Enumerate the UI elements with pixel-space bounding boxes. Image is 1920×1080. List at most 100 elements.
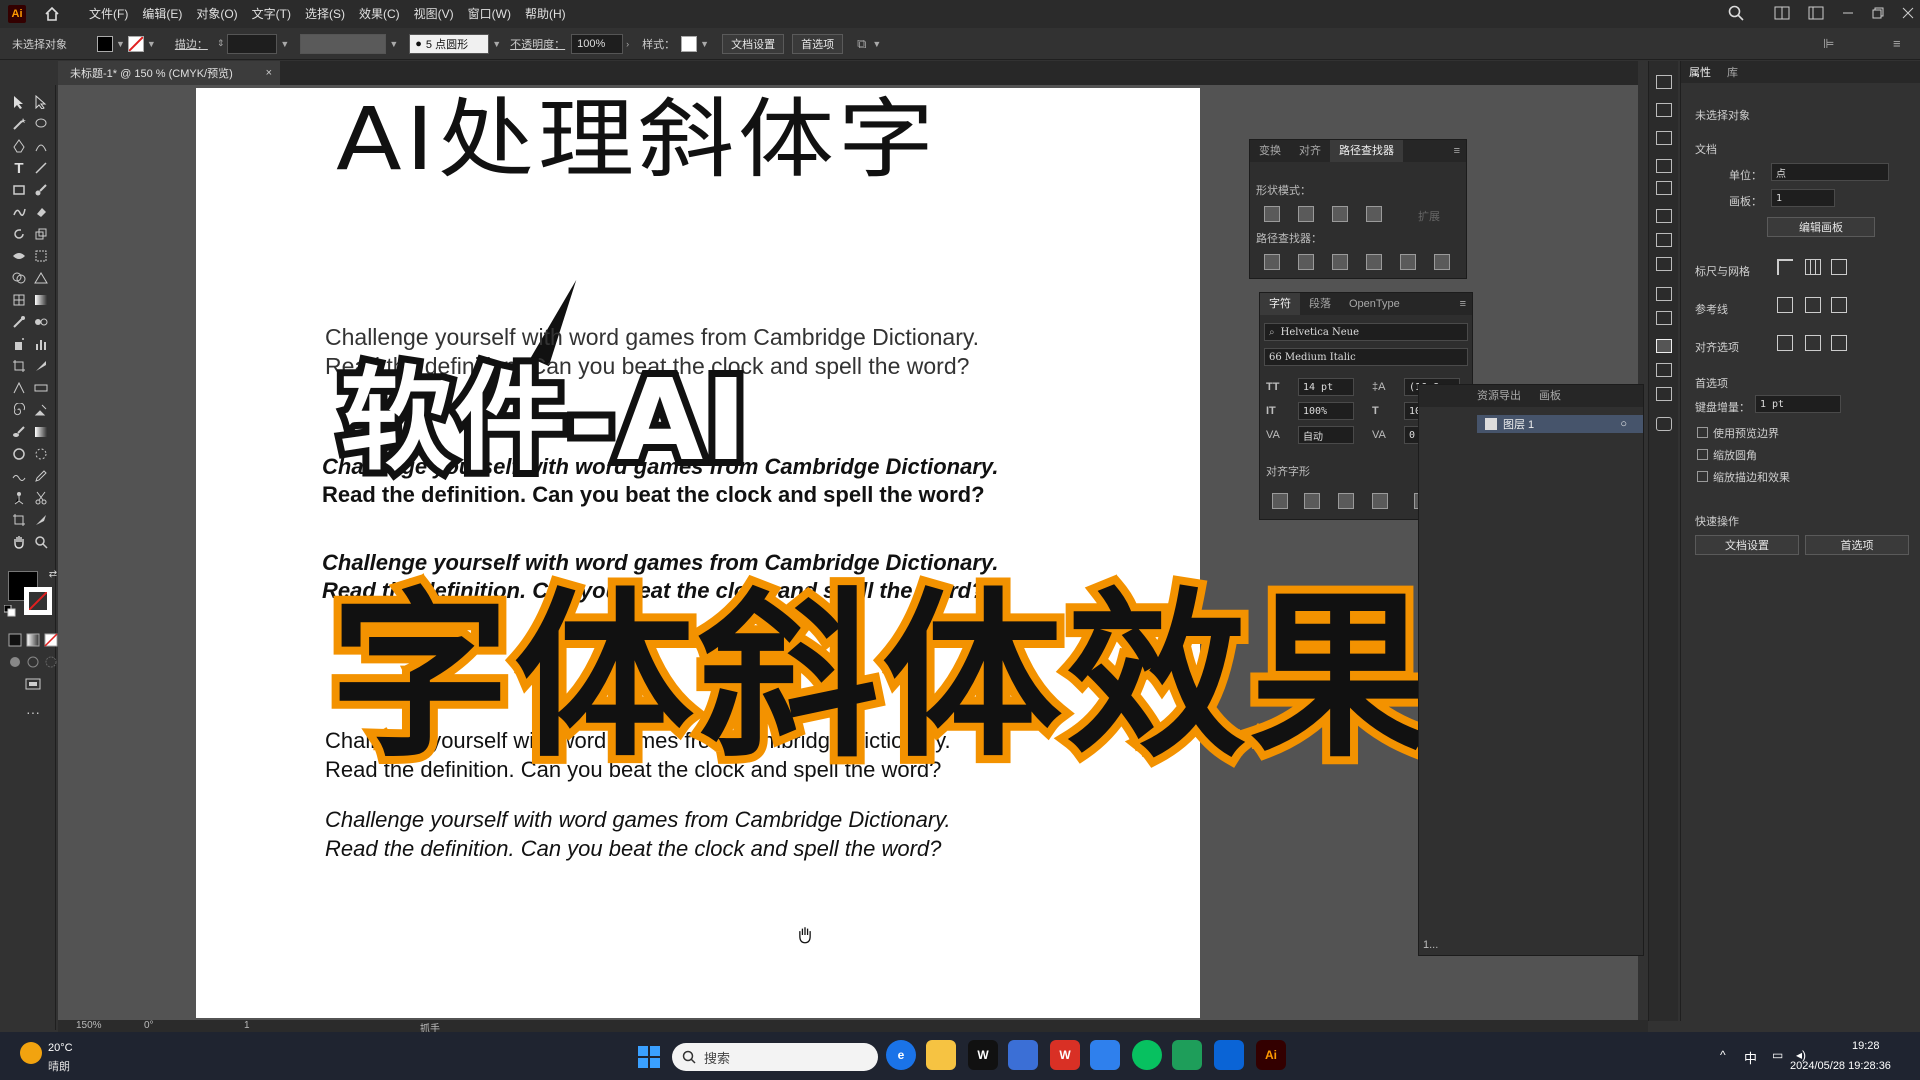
ellipse-tool-icon[interactable]: [10, 445, 28, 463]
expand-button[interactable]: 扩展: [1418, 208, 1440, 224]
profile-dropdown-icon[interactable]: ▼: [389, 39, 398, 49]
menu-type[interactable]: 文字(T): [245, 0, 298, 28]
remote-desktop-icon[interactable]: [1008, 1040, 1038, 1070]
tab-pathfinder[interactable]: 路径查找器: [1330, 140, 1403, 162]
puppet-warp-tool-icon[interactable]: [10, 489, 28, 507]
stroke-panel-icon[interactable]: [1656, 209, 1672, 223]
preferences-button[interactable]: 首选项: [792, 33, 844, 54]
shaper-tool-icon[interactable]: [10, 203, 28, 221]
artboard-select[interactable]: 1: [1771, 189, 1835, 207]
illustrator-taskbar-icon[interactable]: Ai: [1256, 1040, 1286, 1070]
pen-tool-icon[interactable]: [10, 137, 28, 155]
scale-strokes-checkbox[interactable]: [1697, 471, 1708, 482]
wps-app-icon[interactable]: W: [1050, 1040, 1080, 1070]
trim-icon[interactable]: [1298, 254, 1314, 270]
menu-edit[interactable]: 编辑(E): [135, 0, 189, 28]
font-family-select[interactable]: ⌕ Helvetica Neue: [1264, 323, 1468, 341]
edge-browser-icon[interactable]: e: [886, 1040, 916, 1070]
vertical-scale-input[interactable]: 100%: [1298, 402, 1354, 420]
grid-icon[interactable]: [1805, 259, 1821, 275]
pencil-tool-icon[interactable]: [32, 467, 50, 485]
minus-front-icon[interactable]: [1298, 206, 1314, 222]
tray-chevron-icon[interactable]: ^: [1720, 1048, 1726, 1062]
lasso-tool-icon[interactable]: [32, 115, 50, 133]
rectangle-tool-icon[interactable]: [10, 181, 28, 199]
align-to-selection-icon[interactable]: [1777, 335, 1793, 351]
ruler-tool-icon[interactable]: [32, 379, 50, 397]
menu-file[interactable]: 文件(F): [82, 0, 135, 28]
character-menu-icon[interactable]: ≡: [1460, 298, 1466, 310]
taskbar-search-box[interactable]: 搜索: [672, 1043, 878, 1071]
appearance-panel-icon[interactable]: [1656, 287, 1672, 301]
align-to-artboard-icon[interactable]: [1831, 335, 1847, 351]
libraries-panel-icon[interactable]: [1656, 103, 1672, 117]
text-italic-line1[interactable]: Challenge yourself with word games from …: [325, 807, 951, 833]
draw-behind-icon[interactable]: [24, 653, 42, 671]
align-to-key-icon[interactable]: [1805, 335, 1821, 351]
properties-panel-icon[interactable]: [1656, 75, 1672, 89]
guides-show-icon[interactable]: [1777, 297, 1793, 313]
opacity-arrow-icon[interactable]: ›: [626, 39, 629, 49]
knife-tool-icon[interactable]: [32, 511, 50, 529]
font-size-input[interactable]: 14 pt: [1298, 378, 1354, 396]
taskbar-date[interactable]: 2024/05/28 19:28:36: [1790, 1060, 1891, 1072]
brushes-panel-icon[interactable]: [1656, 159, 1672, 173]
gradient-mode-icon[interactable]: [24, 631, 42, 649]
quick-doc-setup-button[interactable]: 文档设置: [1695, 535, 1799, 555]
stroke-weight-dropdown-icon[interactable]: ▼: [280, 39, 289, 49]
tab-properties[interactable]: 属性: [1681, 64, 1719, 80]
minus-back-icon[interactable]: [1434, 254, 1450, 270]
glyph-ico-box-icon[interactable]: [1304, 493, 1320, 509]
feishu-app-icon[interactable]: [1090, 1040, 1120, 1070]
crop-tool-icon[interactable]: [10, 511, 28, 529]
hand-tool-icon[interactable]: [10, 533, 28, 551]
artboard-tool-icon[interactable]: [10, 357, 28, 375]
mesh-tool-icon[interactable]: [10, 291, 28, 309]
taskbar-time[interactable]: 19:28: [1852, 1040, 1880, 1052]
free-transform-tool-icon[interactable]: [32, 247, 50, 265]
home-icon[interactable]: [42, 4, 62, 24]
file-explorer-icon[interactable]: [926, 1040, 956, 1070]
exclude-icon[interactable]: [1366, 206, 1382, 222]
close-icon[interactable]: [1902, 7, 1914, 22]
menu-effect[interactable]: 效果(C): [352, 0, 407, 28]
type-tool-icon[interactable]: T: [10, 159, 28, 177]
doc-setup-button[interactable]: 文档设置: [722, 33, 785, 54]
layers-panel-icon[interactable]: [1656, 339, 1672, 353]
line-tool-icon[interactable]: [32, 159, 50, 177]
graphic-styles-icon[interactable]: [1656, 311, 1672, 325]
layer-name[interactable]: 图层 1: [1503, 416, 1534, 432]
direct-selection-tool-icon[interactable]: [32, 93, 50, 111]
layer-row[interactable]: 图层 1 ○: [1477, 415, 1643, 433]
workspace-icon[interactable]: [1808, 6, 1824, 23]
tab-libraries[interactable]: 库: [1719, 64, 1746, 80]
tab-close-icon[interactable]: ×: [266, 67, 272, 79]
smart-guides-icon[interactable]: [1831, 297, 1847, 313]
arrange-docs-icon[interactable]: ⧉: [857, 36, 866, 52]
word-app-icon[interactable]: W: [968, 1040, 998, 1070]
glyph-baseline-icon[interactable]: [1338, 493, 1354, 509]
tab-paragraph[interactable]: 段落: [1300, 293, 1340, 315]
gradient-swatch-icon[interactable]: [32, 423, 50, 441]
font-style-select[interactable]: 66 Medium Italic: [1264, 348, 1468, 366]
shape-builder-tool-icon[interactable]: [10, 269, 28, 287]
tab-transform[interactable]: 变换: [1250, 140, 1290, 162]
fill-dropdown-icon[interactable]: ▼: [116, 39, 125, 49]
slice-tool-icon[interactable]: [32, 357, 50, 375]
rotate-tool-icon[interactable]: [10, 225, 28, 243]
panel-menu-icon[interactable]: ≡: [1454, 145, 1460, 157]
more-tools-icon[interactable]: ···: [24, 703, 42, 721]
use-preview-bounds-checkbox[interactable]: [1697, 427, 1708, 438]
selection-tool-icon[interactable]: [10, 93, 28, 111]
zoom-level[interactable]: 150%: [76, 1020, 102, 1031]
eyedropper-tool-icon[interactable]: [10, 313, 28, 331]
menu-help[interactable]: 帮助(H): [518, 0, 573, 28]
outline-icon[interactable]: [1400, 254, 1416, 270]
style-dropdown-icon[interactable]: ▼: [700, 39, 709, 49]
rulers-icon[interactable]: [1777, 259, 1793, 275]
column-graph-tool-icon[interactable]: [32, 335, 50, 353]
transparency-panel-icon[interactable]: [1656, 257, 1672, 271]
paintbrush-tool-icon[interactable]: [32, 181, 50, 199]
divide-icon[interactable]: [1264, 254, 1280, 270]
search-icon[interactable]: [1728, 5, 1744, 24]
